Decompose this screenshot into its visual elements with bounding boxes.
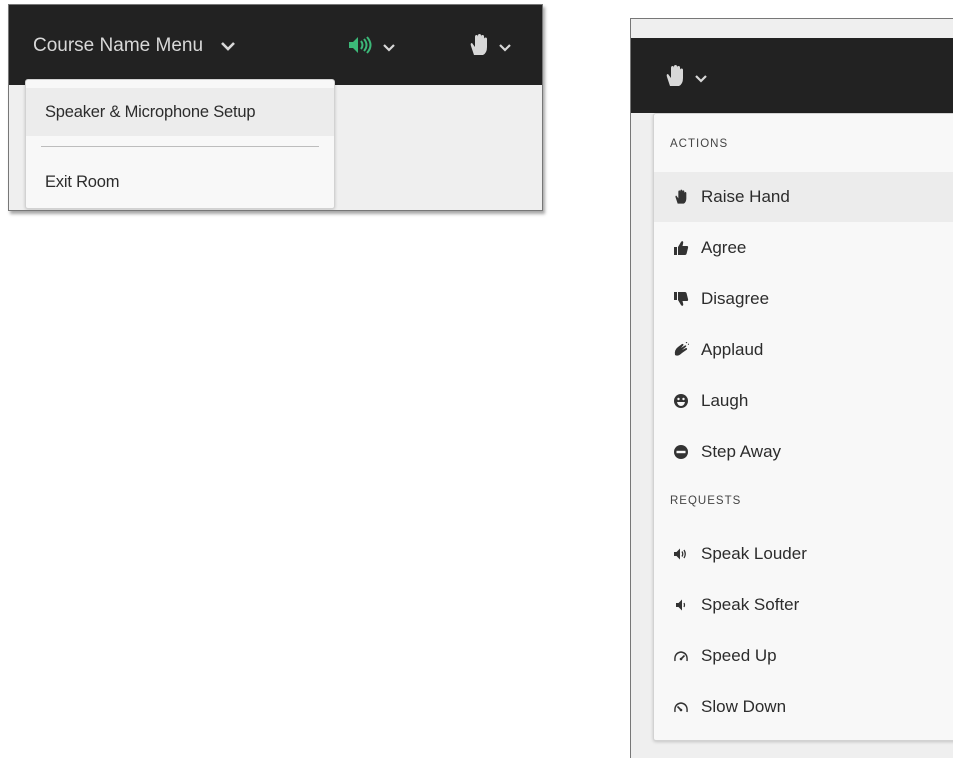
raise-hand-label: Raise Hand — [701, 187, 790, 206]
feedback-dropdown: ACTIONS Raise Hand Agree Disagree Applau… — [653, 113, 953, 741]
step-away-item[interactable]: Step Away — [654, 427, 953, 477]
section-header-actions: ACTIONS — [670, 138, 729, 150]
speaker-icon — [347, 35, 375, 60]
section-header-requests: REQUESTS — [670, 495, 742, 507]
slow-down-item[interactable]: Slow Down — [654, 682, 953, 732]
laugh-item[interactable]: Laugh — [654, 376, 953, 426]
feedback-menu-button[interactable] — [467, 33, 511, 61]
chevron-down-icon — [695, 74, 707, 83]
speak-softer-label: Speak Softer — [701, 595, 800, 614]
speed-up-icon — [673, 648, 689, 664]
speak-louder-label: Speak Louder — [701, 544, 807, 563]
step-away-icon — [673, 444, 689, 460]
agree-item[interactable]: Agree — [654, 223, 953, 273]
course-name-menu-button[interactable]: Course Name Menu — [33, 31, 235, 61]
top-bar: Course Name Menu — [9, 5, 542, 85]
raise-hand-icon — [673, 189, 689, 205]
course-name-label: Course Name Menu — [33, 35, 204, 56]
thumbs-up-icon — [673, 240, 689, 256]
chevron-down-icon — [499, 43, 511, 52]
room-window: Course Name Menu Speaker & Microphone Se… — [8, 4, 543, 211]
audio-menu-button[interactable] — [347, 33, 395, 61]
speaker-microphone-setup-item[interactable]: Speaker & Microphone Setup — [26, 88, 334, 136]
laugh-icon — [673, 393, 689, 409]
course-name-dropdown: Speaker & Microphone Setup Exit Room — [25, 79, 335, 209]
raise-hand-icon — [663, 64, 687, 93]
agree-label: Agree — [701, 238, 747, 257]
feedback-window: ACTIONS Raise Hand Agree Disagree Applau… — [630, 18, 953, 758]
chevron-down-icon — [383, 43, 395, 52]
speak-louder-item[interactable]: Speak Louder — [654, 529, 953, 579]
applaud-icon — [673, 342, 689, 358]
step-away-label: Step Away — [701, 442, 782, 461]
thumbs-down-icon — [673, 291, 689, 307]
disagree-label: Disagree — [701, 289, 770, 308]
speak-softer-item[interactable]: Speak Softer — [654, 580, 953, 630]
applaud-label: Applaud — [701, 340, 764, 359]
laugh-label: Laugh — [701, 391, 749, 410]
chevron-down-icon — [221, 41, 235, 51]
volume-down-icon — [673, 597, 689, 613]
slow-down-icon — [673, 699, 689, 715]
exit-room-item[interactable]: Exit Room — [26, 158, 334, 206]
applaud-item[interactable]: Applaud — [654, 325, 953, 375]
volume-up-icon — [673, 546, 689, 562]
disagree-item[interactable]: Disagree — [654, 274, 953, 324]
feedback-menu-button[interactable] — [663, 64, 707, 92]
slow-down-label: Slow Down — [701, 697, 787, 716]
raise-hand-item[interactable]: Raise Hand — [654, 172, 953, 222]
menu-divider — [41, 146, 319, 147]
raise-hand-icon — [467, 33, 491, 62]
speed-up-item[interactable]: Speed Up — [654, 631, 953, 681]
speed-up-label: Speed Up — [701, 646, 777, 665]
